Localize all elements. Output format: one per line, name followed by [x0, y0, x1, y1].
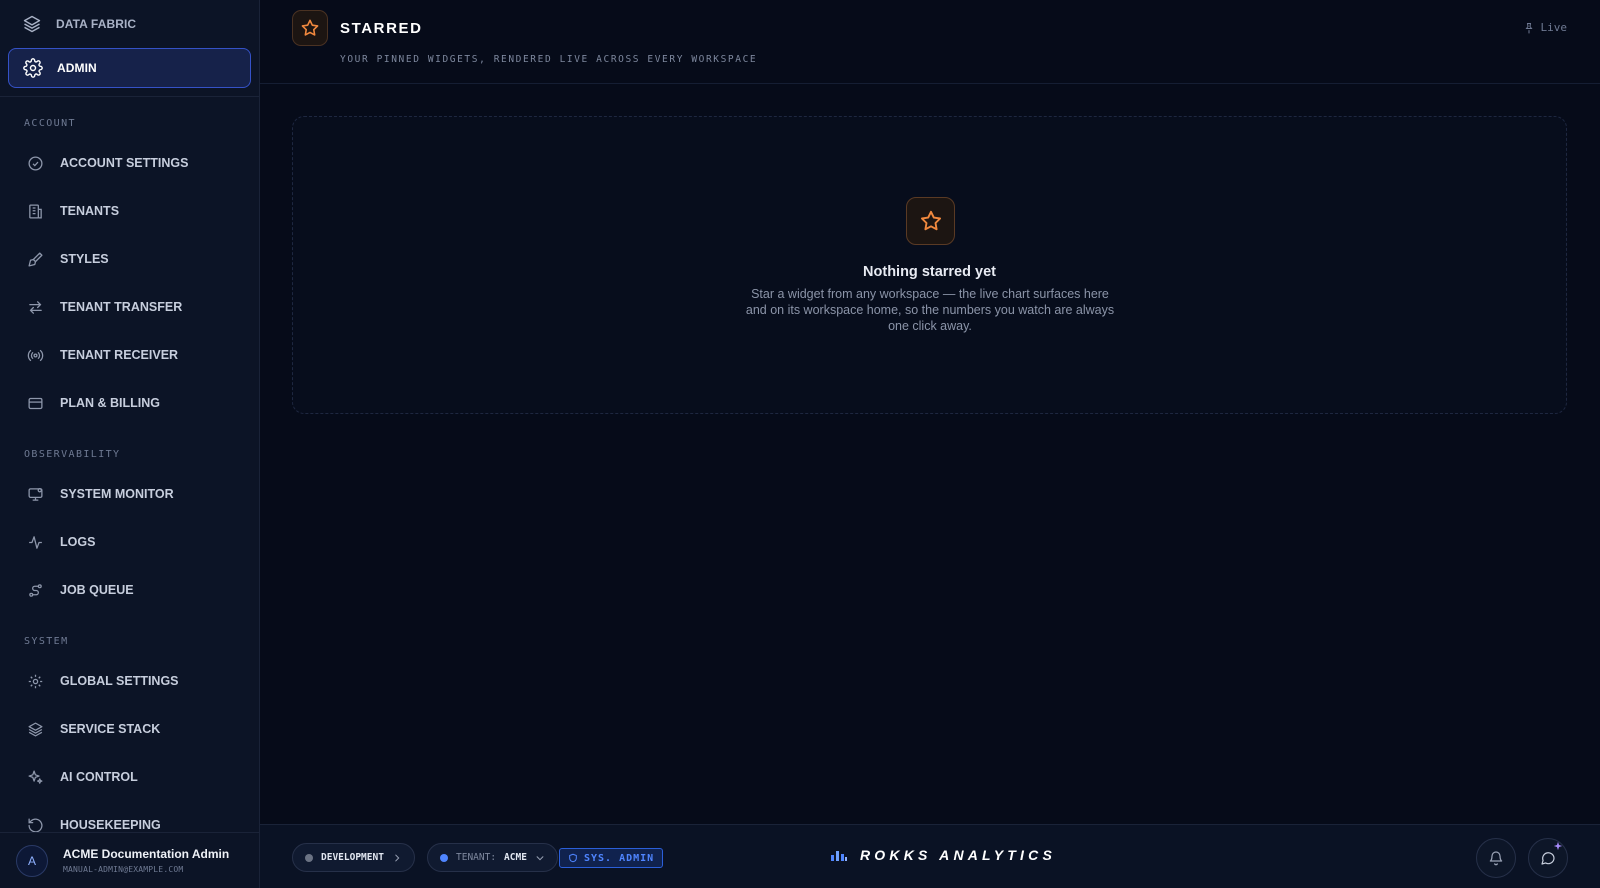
chevron-down-icon [535, 853, 545, 863]
page-subtitle: YOUR PINNED WIDGETS, RENDERED LIVE ACROS… [340, 54, 758, 65]
page-title: STARRED [340, 20, 423, 37]
sidebar-item-account-settings[interactable]: ACCOUNT SETTINGS [0, 139, 259, 187]
sidebar: DATA FABRIC ADMIN ACCOUNT ACCOUNT SETTIN… [0, 0, 260, 888]
star-icon [292, 10, 328, 46]
live-label: Live [1540, 21, 1568, 34]
nav-admin[interactable]: ADMIN [8, 48, 251, 88]
sparkles-icon [27, 769, 44, 786]
empty-state-description: Star a widget from any workspace — the l… [745, 287, 1115, 333]
sidebar-item-global-settings[interactable]: GLOBAL SETTINGS [0, 657, 259, 705]
sidebar-item-label: AI CONTROL [60, 770, 138, 784]
activity-icon [27, 534, 44, 551]
tenant-prefix: TENANT: [456, 852, 497, 863]
sidebar-item-label: SERVICE STACK [60, 722, 161, 736]
credit-card-icon [27, 395, 44, 412]
chat-button[interactable] [1528, 838, 1568, 878]
section-label-account: ACCOUNT [24, 118, 76, 129]
role-badge: SYS. ADMIN [559, 848, 664, 868]
sidebar-item-tenant-receiver[interactable]: TENANT RECEIVER [0, 331, 259, 379]
brand-logo: ROKKS ANALYTICS [830, 847, 1056, 863]
chat-bubble-icon [1540, 850, 1556, 866]
environment-label: DEVELOPMENT [321, 852, 384, 863]
check-circle-icon [27, 155, 44, 172]
sidebar-item-label: SYSTEM MONITOR [60, 487, 174, 501]
role-label: SYS. ADMIN [584, 852, 655, 864]
sidebar-item-label: ACCOUNT SETTINGS [60, 156, 189, 170]
gear-icon [27, 673, 44, 690]
starred-empty-state: Nothing starred yet Star a widget from a… [292, 116, 1567, 414]
nav-data-fabric[interactable]: DATA FABRIC [8, 4, 251, 44]
sidebar-item-tenants[interactable]: TENANTS [0, 187, 259, 235]
status-dot [440, 853, 448, 862]
sidebar-item-label: HOUSEKEEPING [60, 818, 161, 832]
layers-icon [27, 721, 44, 738]
workflow-icon [27, 582, 44, 599]
nav-data-fabric-label: DATA FABRIC [56, 17, 137, 31]
layers-icon [22, 14, 42, 34]
sidebar-item-system-monitor[interactable]: SYSTEM MONITOR [0, 470, 259, 518]
arrows-transfer-icon [27, 299, 44, 316]
nav-admin-label: ADMIN [57, 61, 97, 75]
building-icon [27, 203, 44, 220]
sidebar-item-label: GLOBAL SETTINGS [60, 674, 179, 688]
sidebar-item-ai-control[interactable]: AI CONTROL [0, 753, 259, 801]
sidebar-item-plan-billing[interactable]: PLAN & BILLING [0, 379, 259, 427]
bell-icon [1488, 850, 1504, 866]
user-name: ACME Documentation Admin [63, 847, 230, 861]
monitor-icon [27, 486, 44, 503]
sidebar-item-job-queue[interactable]: JOB QUEUE [0, 566, 259, 614]
star-icon [906, 197, 955, 245]
user-profile[interactable]: A ACME Documentation Admin MANUAL-ADMIN@… [0, 832, 259, 888]
sidebar-item-styles[interactable]: STYLES [0, 235, 259, 283]
notifications-button[interactable] [1476, 838, 1516, 878]
refresh-icon [27, 817, 44, 834]
bar-chart-logo-icon [830, 848, 848, 862]
radio-broadcast-icon [27, 347, 44, 364]
sidebar-item-label: TENANTS [60, 204, 120, 218]
top-nav: DATA FABRIC ADMIN [0, 0, 259, 97]
sidebar-item-label: JOB QUEUE [60, 583, 134, 597]
sparkle-icon [1553, 841, 1563, 851]
shield-icon [568, 853, 578, 863]
tenant-value: ACME [504, 852, 527, 863]
sidebar-item-label: STYLES [60, 252, 109, 266]
pin-icon [1523, 22, 1535, 34]
avatar: A [16, 844, 48, 877]
paintbrush-icon [27, 251, 44, 268]
brand-name: ROKKS ANALYTICS [860, 847, 1056, 863]
empty-state-title: Nothing starred yet [863, 264, 996, 280]
main-content: STARRED YOUR PINNED WIDGETS, RENDERED LI… [260, 0, 1600, 888]
user-email: MANUAL-ADMIN@EXAMPLE.COM [63, 865, 184, 874]
page-header: STARRED YOUR PINNED WIDGETS, RENDERED LI… [260, 0, 1600, 84]
tenant-selector[interactable]: TENANT: ACME [427, 843, 558, 872]
section-label-observability: OBSERVABILITY [24, 449, 121, 460]
status-dot [305, 853, 313, 862]
sidebar-item-label: LOGS [60, 535, 96, 549]
sidebar-item-logs[interactable]: LOGS [0, 518, 259, 566]
status-bar: DEVELOPMENT TENANT: ACME SYS. ADMIN ROKK… [260, 824, 1600, 888]
sidebar-item-label: TENANT TRANSFER [60, 300, 183, 314]
live-indicator[interactable]: Live [1523, 21, 1568, 34]
section-label-system: SYSTEM [24, 636, 69, 647]
gear-icon [23, 58, 43, 78]
sidebar-item-tenant-transfer[interactable]: TENANT TRANSFER [0, 283, 259, 331]
sidebar-item-label: PLAN & BILLING [60, 396, 160, 410]
sidebar-item-service-stack[interactable]: SERVICE STACK [0, 705, 259, 753]
environment-selector[interactable]: DEVELOPMENT [292, 843, 415, 872]
sidebar-item-label: TENANT RECEIVER [60, 348, 179, 362]
chevron-right-icon [392, 853, 402, 863]
